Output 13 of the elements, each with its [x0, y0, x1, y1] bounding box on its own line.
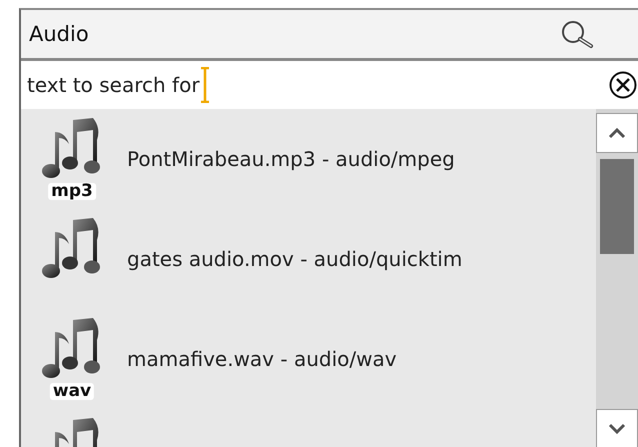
file-type-label: mp3	[48, 183, 96, 200]
scrollbar-thumb[interactable]	[600, 159, 634, 254]
search-field[interactable]: text to search for	[21, 61, 210, 109]
scrollbar[interactable]	[596, 109, 638, 447]
scroll-up-icon[interactable]	[596, 113, 638, 153]
category-title: Audio	[29, 22, 89, 46]
file-item[interactable]: wav mamafive.wav - audio/wav	[21, 309, 596, 409]
text-cursor-icon	[200, 67, 210, 103]
file-type-label: wav	[50, 383, 94, 400]
file-item[interactable]: gates audio.mov - audio/quicktim	[21, 209, 596, 309]
file-item[interactable]: mp3 PontMirabeau.mp3 - audio/mpeg	[21, 109, 596, 209]
scroll-down-icon[interactable]	[596, 409, 638, 447]
clear-icon[interactable]	[608, 70, 638, 100]
